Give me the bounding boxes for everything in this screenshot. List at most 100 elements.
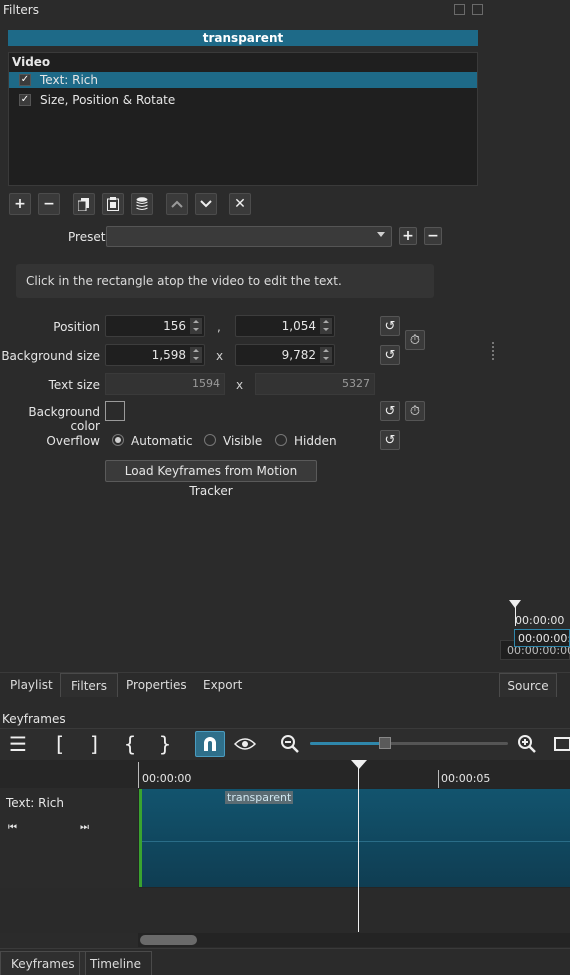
zoom-slider-handle[interactable] <box>379 737 392 749</box>
splitter-handle[interactable] <box>492 342 494 360</box>
color-keyframe-button[interactable]: ⏱ <box>405 401 425 421</box>
filter-item-text-rich[interactable]: ✓ Text: Rich <box>9 72 477 88</box>
copy-icon <box>78 197 89 211</box>
filter-checkbox[interactable]: ✓ <box>19 94 31 106</box>
clip-midline <box>142 841 570 842</box>
track-header: Text: Rich ⏮ ⏭ <box>0 788 138 888</box>
tab-playlist[interactable]: Playlist <box>0 673 63 697</box>
clip-label: transparent <box>225 791 294 804</box>
spinner-arrows[interactable] <box>190 318 202 334</box>
preset-select[interactable] <box>106 226 392 247</box>
spinner-arrows[interactable] <box>320 347 332 363</box>
remove-filter-button[interactable]: − <box>38 193 60 215</box>
background-height-value: 9,782 <box>281 348 316 362</box>
spinner-arrows[interactable] <box>190 347 202 363</box>
clip-block[interactable] <box>139 789 570 887</box>
position-y-field[interactable]: 1,054 <box>235 315 335 337</box>
copy-filter-button[interactable] <box>73 193 95 215</box>
scrub-eye-icon[interactable] <box>233 731 257 757</box>
filter-item-size-position-rotate[interactable]: ✓ Size, Position & Rotate <box>9 92 477 108</box>
source-timecode: 00:00:00 <box>515 614 565 627</box>
filter-item-label: Text: Rich <box>40 73 99 87</box>
move-up-icon <box>171 200 183 208</box>
overflow-label: Overflow <box>46 434 100 448</box>
tab-filters[interactable]: Filters <box>60 673 118 697</box>
reset-icon: ↺ <box>384 318 396 334</box>
scrollbar-thumb[interactable] <box>140 935 197 945</box>
seek-previous-keyframe-icon[interactable]: { <box>120 731 140 757</box>
deselect-icon: ✕ <box>234 196 246 212</box>
paste-icon <box>107 197 119 211</box>
spinner-arrows[interactable] <box>320 318 332 334</box>
reset-icon: ↺ <box>384 432 396 448</box>
save-preset-button[interactable] <box>131 193 153 215</box>
preset-label: Preset <box>68 230 106 244</box>
remove-icon: − <box>43 196 55 212</box>
set-start-icon[interactable]: [ <box>50 731 70 757</box>
reset-overflow-button[interactable]: ↺ <box>380 430 400 450</box>
add-preset-button[interactable]: + <box>399 227 417 245</box>
track-label: Text: Rich <box>6 796 65 810</box>
playhead-icon[interactable] <box>351 760 367 769</box>
tab-source[interactable]: Source <box>499 673 557 697</box>
reset-position-button[interactable]: ↺ <box>380 316 400 336</box>
move-down-button[interactable] <box>195 193 217 215</box>
filter-checkbox[interactable]: ✓ <box>19 74 31 86</box>
move-up-button[interactable] <box>166 193 188 215</box>
reset-color-button[interactable]: ↺ <box>380 401 400 421</box>
previous-keyframe-icon[interactable]: ⏮ <box>8 822 17 833</box>
text-size-label: Text size <box>48 378 100 392</box>
chevron-down-icon <box>377 232 385 237</box>
zoom-slider[interactable] <box>310 737 508 749</box>
keyframe-toggle-button[interactable]: ⏱ <box>405 330 425 350</box>
tab-properties[interactable]: Properties <box>116 673 197 697</box>
overflow-automatic-label[interactable]: Automatic <box>131 434 193 448</box>
background-width-field[interactable]: 1,598 <box>105 344 205 366</box>
timecode-selection[interactable]: 00:00:00:00 <box>514 629 570 647</box>
zoom-out-icon[interactable] <box>278 731 302 757</box>
next-keyframe-icon[interactable]: ⏭ <box>80 822 89 833</box>
horizontal-scrollbar[interactable] <box>138 933 570 947</box>
size-separator: x <box>216 349 224 363</box>
tab-timeline[interactable]: Timeline <box>79 951 153 975</box>
playhead-line <box>358 762 359 932</box>
reset-icon: ↺ <box>384 403 396 419</box>
stopwatch-icon: ⏱ <box>409 403 421 419</box>
zoom-in-icon[interactable] <box>515 731 539 757</box>
add-icon: + <box>14 196 26 212</box>
overflow-automatic-radio[interactable] <box>112 434 124 446</box>
background-height-field[interactable]: 9,782 <box>235 344 335 366</box>
overflow-visible-radio[interactable] <box>204 434 216 446</box>
list-category-video: Video <box>12 55 51 69</box>
add-filter-button[interactable]: + <box>9 193 31 215</box>
menu-icon[interactable]: ☰ <box>6 731 30 757</box>
reset-size-button[interactable]: ↺ <box>380 345 400 365</box>
ruler-tick <box>438 770 439 788</box>
background-size-label: Background size <box>1 349 100 363</box>
zoom-fit-icon[interactable] <box>552 731 570 757</box>
float-icon[interactable] <box>454 4 465 15</box>
overflow-hidden-label[interactable]: Hidden <box>294 434 337 448</box>
close-icon[interactable] <box>472 4 483 15</box>
zoom-slider-fill <box>310 742 386 745</box>
set-end-icon[interactable]: ] <box>84 731 104 757</box>
paste-filter-button[interactable] <box>102 193 124 215</box>
panel-title: Filters <box>3 3 39 17</box>
overflow-visible-label[interactable]: Visible <box>223 434 262 448</box>
load-keyframes-button[interactable]: Load Keyframes from Motion Tracker <box>105 460 317 498</box>
remove-preset-button[interactable]: − <box>424 227 442 245</box>
overflow-hidden-radio[interactable] <box>275 434 287 446</box>
deselect-filter-button[interactable]: ✕ <box>229 193 251 215</box>
info-message: Click in the rectangle atop the video to… <box>16 264 434 298</box>
background-color-swatch[interactable] <box>105 401 125 421</box>
tab-keyframes[interactable]: Keyframes <box>0 951 86 975</box>
seek-next-keyframe-icon[interactable]: } <box>155 731 175 757</box>
ruler-tick <box>138 762 139 788</box>
position-x-field[interactable]: 156 <box>105 315 205 337</box>
filter-list[interactable]: Video ✓ Text: Rich ✓ Size, Position & Ro… <box>8 52 478 186</box>
background-color-label: Background color <box>28 405 100 433</box>
clip-name-bar: transparent <box>8 30 478 46</box>
move-down-icon <box>200 200 212 208</box>
tab-export[interactable]: Export <box>193 673 252 697</box>
snap-magnet-icon[interactable] <box>195 731 225 757</box>
